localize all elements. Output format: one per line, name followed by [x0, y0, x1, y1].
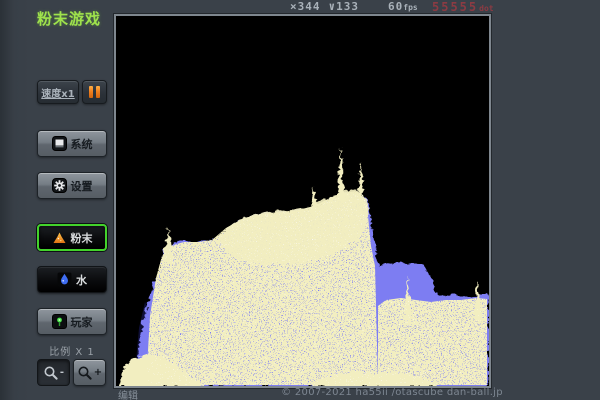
powder-simulation-scene: [116, 16, 489, 386]
fps-readout: 60fps: [388, 0, 418, 13]
page-title: 粉末游戏: [24, 8, 114, 29]
edit-link[interactable]: 编辑: [118, 387, 138, 400]
powder-pile-icon: [52, 230, 67, 245]
powder-game-app: ×344 ∨133 60fps 55555dot 粉末游戏 速度x1 系统: [0, 0, 600, 400]
simulation-canvas[interactable]: [114, 14, 491, 388]
water-drop-icon: [57, 272, 72, 287]
gear-icon: [52, 178, 67, 193]
pause-icon: [89, 86, 93, 98]
fps-unit: fps: [403, 3, 417, 12]
coord-y-readout: ∨133: [329, 0, 360, 13]
powder-element-button[interactable]: 粉末: [37, 224, 107, 251]
monitor-icon: [52, 136, 67, 151]
system-button-label: 系统: [71, 136, 93, 152]
copyright-text: © 2007-2021 ha55ii /otascube dan-ball.jp: [262, 387, 522, 398]
fps-value: 60: [388, 0, 403, 13]
zoom-in-button[interactable]: +: [73, 359, 106, 386]
water-element-button[interactable]: 水: [37, 266, 107, 293]
settings-button-label: 设置: [71, 178, 93, 194]
zoom-in-sign: +: [94, 367, 102, 378]
water-button-label: 水: [76, 272, 87, 288]
player-button-label: 玩家: [71, 314, 93, 330]
speed-button-label: 速度x1: [41, 85, 74, 100]
cursor-coordinates: ×344 ∨133: [290, 0, 359, 13]
player-icon: [52, 314, 67, 329]
coord-x-readout: ×344: [290, 0, 321, 13]
system-button[interactable]: 系统: [37, 130, 107, 157]
dot-count-value: 55555: [432, 0, 478, 14]
settings-button[interactable]: 设置: [37, 172, 107, 199]
pause-icon: [96, 86, 100, 98]
player-button[interactable]: 玩家: [37, 308, 107, 335]
zoom-out-sign: -: [60, 367, 64, 378]
magnifier-plus-icon: [77, 365, 93, 381]
speed-button[interactable]: 速度x1: [37, 80, 79, 104]
magnifier-minus-icon: [43, 365, 59, 381]
powder-button-label: 粉末: [71, 230, 93, 246]
pause-button[interactable]: [82, 80, 107, 104]
dot-counter: 55555dot: [432, 0, 494, 14]
zoom-out-button[interactable]: -: [37, 359, 70, 386]
scale-label: 比例 X 1: [37, 343, 107, 358]
dot-count-unit: dot: [479, 4, 493, 13]
